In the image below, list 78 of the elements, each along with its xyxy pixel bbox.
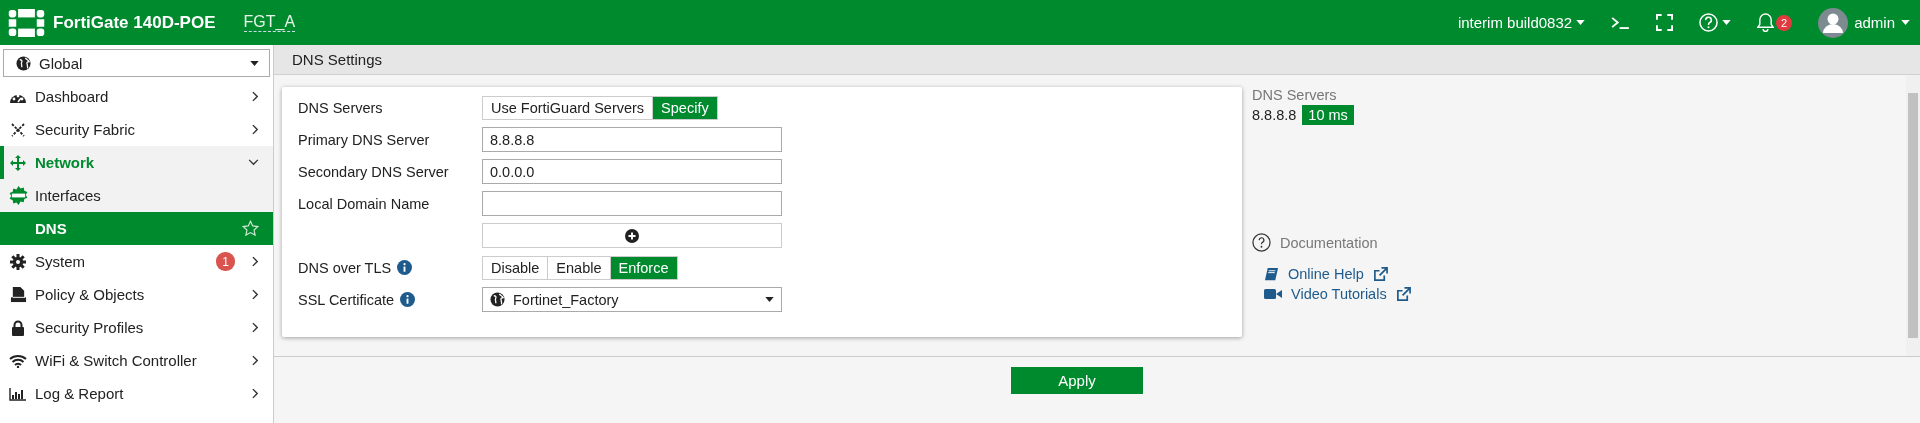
- menu-item[interactable]: Policy & Objects: [0, 278, 273, 311]
- product-name: FortiGate 140D-POE: [53, 12, 216, 33]
- menu-item[interactable]: Network: [0, 146, 273, 179]
- help-icon[interactable]: [1699, 13, 1719, 32]
- info-icon: [400, 292, 416, 307]
- field-label: Local Domain Name: [298, 195, 430, 212]
- gear-icon: [10, 253, 26, 270]
- globe-icon: [490, 292, 505, 307]
- caret-icon: [1722, 20, 1732, 25]
- help-link[interactable]: Video Tutorials: [1291, 286, 1387, 302]
- field-label: DNS Servers: [298, 99, 383, 116]
- external-link-icon[interactable]: [1395, 286, 1411, 302]
- help-icon: [1252, 233, 1271, 252]
- notification-count: 2: [1776, 14, 1793, 31]
- toggle-option[interactable]: Enforce: [610, 256, 677, 279]
- field-label: Primary DNS Server: [298, 131, 430, 148]
- toggle-option[interactable]: Enable: [548, 256, 611, 279]
- chevron-right-icon[interactable]: [252, 388, 259, 399]
- bell-icon[interactable]: [1757, 13, 1775, 32]
- input-field[interactable]: 0.0.0.0: [482, 159, 782, 184]
- chevron-down-icon[interactable]: [248, 159, 259, 166]
- video-camera-icon: [1264, 288, 1282, 300]
- menu-item[interactable]: Security Fabric: [0, 113, 273, 146]
- field-label: SSL Certificate: [298, 291, 395, 308]
- chevron-right-icon[interactable]: [252, 256, 259, 267]
- help-link[interactable]: Online Help: [1288, 266, 1364, 282]
- page-title: DNS Settings: [274, 45, 1920, 75]
- fullscreen-icon[interactable]: [1656, 14, 1674, 31]
- chevron-right-icon[interactable]: [252, 124, 259, 135]
- chevron-right-icon[interactable]: [252, 289, 259, 300]
- menu-item[interactable]: System 1: [0, 245, 273, 278]
- select-field[interactable]: Fortinet_Factory: [482, 287, 782, 312]
- avatar-icon: [1818, 7, 1849, 38]
- toggle-option[interactable]: Disable: [483, 256, 549, 279]
- bar-chart-icon: [9, 386, 27, 401]
- submenu-item[interactable]: DNS: [0, 212, 273, 245]
- chevron-right-icon[interactable]: [252, 355, 259, 366]
- new-badge-icon: [8, 186, 28, 205]
- external-link-icon[interactable]: [1372, 266, 1388, 282]
- chevron-right-icon[interactable]: [252, 322, 259, 333]
- caret-icon: [250, 60, 259, 66]
- menu-item[interactable]: Security Profiles: [0, 311, 273, 344]
- globe-icon: [16, 55, 31, 71]
- star-icon[interactable]: [242, 220, 259, 237]
- chevron-right-icon[interactable]: [252, 91, 259, 102]
- server-address: 8.8.8.8: [1252, 107, 1297, 123]
- book-icon: [1264, 266, 1279, 282]
- menu-item[interactable]: WiFi & Switch Controller: [0, 344, 273, 377]
- info-icon: [397, 260, 413, 275]
- terminal-icon[interactable]: [1611, 16, 1631, 29]
- wifi-icon: [9, 353, 27, 368]
- hostname[interactable]: FGT_A: [243, 13, 296, 32]
- user-menu[interactable]: admin: [1818, 7, 1910, 38]
- field-label: DNS over TLS: [298, 259, 392, 276]
- menu-item[interactable]: Dashboard: [0, 80, 273, 113]
- caret-icon: [765, 297, 774, 302]
- field-label: Secondary DNS Server: [298, 163, 449, 180]
- caret-icon: [1901, 20, 1910, 25]
- fabric-icon: [9, 120, 27, 139]
- section-title: Documentation: [1280, 234, 1378, 251]
- latency-badge: 10 ms: [1302, 105, 1354, 125]
- apply-button[interactable]: Apply: [1011, 367, 1143, 394]
- document-stack-icon: [9, 286, 27, 303]
- plus-icon: [625, 228, 639, 243]
- logo-icon: [8, 8, 45, 37]
- section-title: DNS Servers: [1252, 87, 1338, 103]
- caret-icon: [1576, 20, 1586, 25]
- submenu-item[interactable]: Interfaces: [0, 179, 273, 212]
- menu-item[interactable]: Log & Report: [0, 377, 273, 410]
- scope-select[interactable]: Global: [3, 49, 270, 77]
- build-menu[interactable]: interim build0832: [1457, 14, 1586, 31]
- input-field[interactable]: [482, 191, 782, 216]
- input-field[interactable]: 8.8.8.8: [482, 127, 782, 152]
- scrollbar[interactable]: [1906, 75, 1920, 356]
- lock-icon: [11, 319, 25, 336]
- toggle-option[interactable]: Specify: [653, 96, 717, 119]
- count-badge: 1: [216, 252, 235, 271]
- move-arrows-icon: [9, 153, 27, 172]
